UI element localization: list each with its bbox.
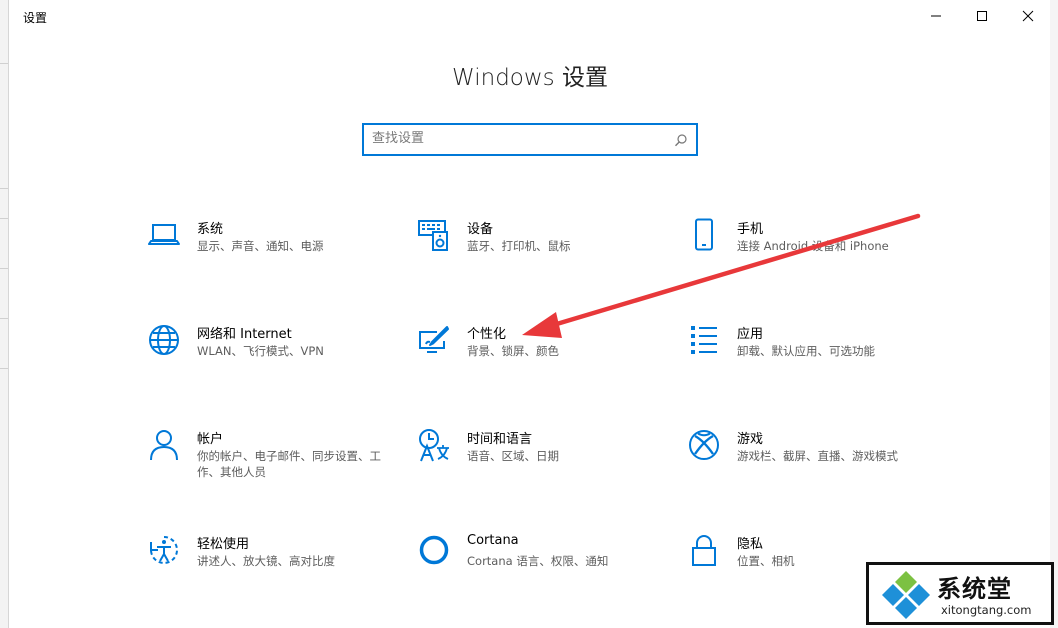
window-title: 设置 [23, 11, 48, 25]
minimize-icon [931, 15, 941, 17]
tile-desc: 语音、区域、日期 [467, 449, 559, 463]
tile-ease-of-access[interactable]: 轻松使用 讲述人、放大镜、高对比度 [147, 533, 397, 603]
phone-icon [687, 218, 721, 252]
tile-name: 手机 [737, 222, 764, 237]
tile-name: 轻松使用 [197, 537, 250, 552]
tile-name: 网络和 Internet [197, 327, 292, 342]
tile-desc: WLAN、飞行模式、VPN [197, 344, 324, 358]
tile-personalization[interactable]: 个性化 背景、锁屏、颜色 [417, 323, 667, 393]
tile-name: 设备 [467, 222, 494, 237]
ease-of-access-icon [147, 533, 181, 567]
laptop-icon [147, 218, 181, 252]
tile-desc: 蓝牙、打印机、鼠标 [467, 239, 571, 253]
tile-time-language[interactable]: 时间和语言 语音、区域、日期 [417, 428, 667, 498]
maximize-button[interactable] [959, 0, 1005, 32]
tile-name: 时间和语言 [467, 432, 533, 447]
watermark-logo: 系统堂 xitongtang.com [866, 562, 1054, 625]
tile-desc: 讲述人、放大镜、高对比度 [197, 554, 335, 568]
tile-desc: Cortana 语言、权限、通知 [467, 554, 609, 568]
tile-name: 隐私 [737, 537, 764, 552]
search-icon[interactable] [674, 132, 688, 151]
tile-desc: 连接 Android 设备和 iPhone [737, 239, 889, 253]
search-box[interactable] [362, 123, 698, 156]
search-input[interactable] [372, 131, 662, 146]
tile-name: 应用 [737, 327, 764, 342]
tile-name: 系统 [197, 222, 224, 237]
person-icon [147, 428, 181, 462]
minimize-button[interactable] [913, 0, 959, 32]
maximize-icon [977, 11, 987, 21]
tile-devices[interactable]: 设备 蓝牙、打印机、鼠标 [417, 218, 667, 288]
tile-cortana[interactable]: Cortana Cortana 语言、权限、通知 [417, 533, 667, 603]
background-window-edge-right [1050, 0, 1058, 628]
watermark-url: xitongtang.com [941, 603, 1032, 617]
cortana-icon [417, 533, 451, 567]
tile-name: Cortana [467, 533, 519, 548]
tile-desc: 游戏栏、截屏、直播、游戏模式 [737, 449, 898, 463]
tile-system[interactable]: 系统 显示、声音、通知、电源 [147, 218, 397, 288]
tile-apps[interactable]: 应用 卸载、默认应用、可选功能 [687, 323, 937, 393]
tile-desc: 你的帐户、电子邮件、同步设置、工作、其他人员 [197, 449, 381, 479]
tile-desc: 背景、锁屏、颜色 [467, 344, 559, 358]
title-bar[interactable]: 设置 [9, 0, 1051, 32]
devices-icon [417, 218, 451, 252]
personalization-icon [417, 323, 451, 357]
background-window-edge [0, 0, 8, 628]
page-title: Windows 设置 [452, 65, 608, 91]
settings-window: 设置 Windows 设置 系统 显示、声音、通知、电源 设备 蓝牙、打印机、鼠… [8, 0, 1052, 628]
tile-phone[interactable]: 手机 连接 Android 设备和 iPhone [687, 218, 937, 288]
lock-icon [687, 533, 721, 567]
time-language-icon [417, 428, 451, 462]
diamond-logo-icon [882, 571, 930, 619]
tile-gaming[interactable]: 游戏 游戏栏、截屏、直播、游戏模式 [687, 428, 937, 498]
xbox-icon [687, 428, 721, 462]
apps-list-icon [687, 323, 721, 357]
tile-desc: 显示、声音、通知、电源 [197, 239, 324, 253]
tile-name: 个性化 [467, 327, 507, 342]
tile-network[interactable]: 网络和 Internet WLAN、飞行模式、VPN [147, 323, 397, 393]
globe-icon [147, 323, 181, 357]
tile-name: 帐户 [197, 432, 224, 447]
watermark-brand: 系统堂 [937, 574, 1012, 603]
tile-desc: 卸载、默认应用、可选功能 [737, 344, 875, 358]
tile-name: 游戏 [737, 432, 764, 447]
close-icon [1022, 10, 1034, 22]
close-button[interactable] [1005, 0, 1051, 32]
tile-accounts[interactable]: 帐户 你的帐户、电子邮件、同步设置、工作、其他人员 [147, 428, 397, 498]
